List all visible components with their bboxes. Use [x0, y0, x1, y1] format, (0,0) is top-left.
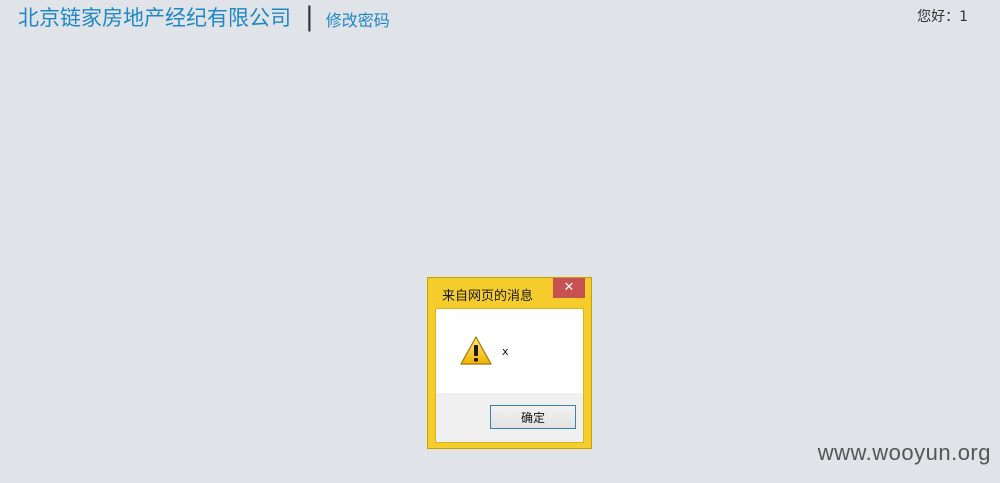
dialog-message: x [502, 345, 509, 358]
page: 北京链家房地产经纪有限公司 | 修改密码 您好：1 来自网页的消息 ✕ x 确定… [0, 0, 1000, 483]
dialog-content: x [436, 309, 583, 393]
close-icon: ✕ [563, 280, 575, 295]
watermark: www.wooyun.org [817, 440, 991, 465]
alert-dialog: 来自网页的消息 ✕ x 确定 [427, 277, 592, 449]
ok-button[interactable]: 确定 [490, 405, 576, 429]
dialog-close-button[interactable]: ✕ [553, 278, 585, 298]
header-divider: | [305, 2, 314, 32]
header: 北京链家房地产经纪有限公司 | 修改密码 [18, 2, 390, 32]
change-password-link[interactable]: 修改密码 [326, 7, 390, 31]
dialog-title: 来自网页的消息 [442, 289, 534, 304]
user-greeting: 您好：1 [917, 9, 968, 25]
company-name: 北京链家房地产经纪有限公司 [18, 6, 291, 30]
dialog-titlebar[interactable]: 来自网页的消息 ✕ [428, 278, 591, 308]
dialog-body: x 确定 [435, 308, 584, 443]
warning-icon [460, 336, 492, 365]
